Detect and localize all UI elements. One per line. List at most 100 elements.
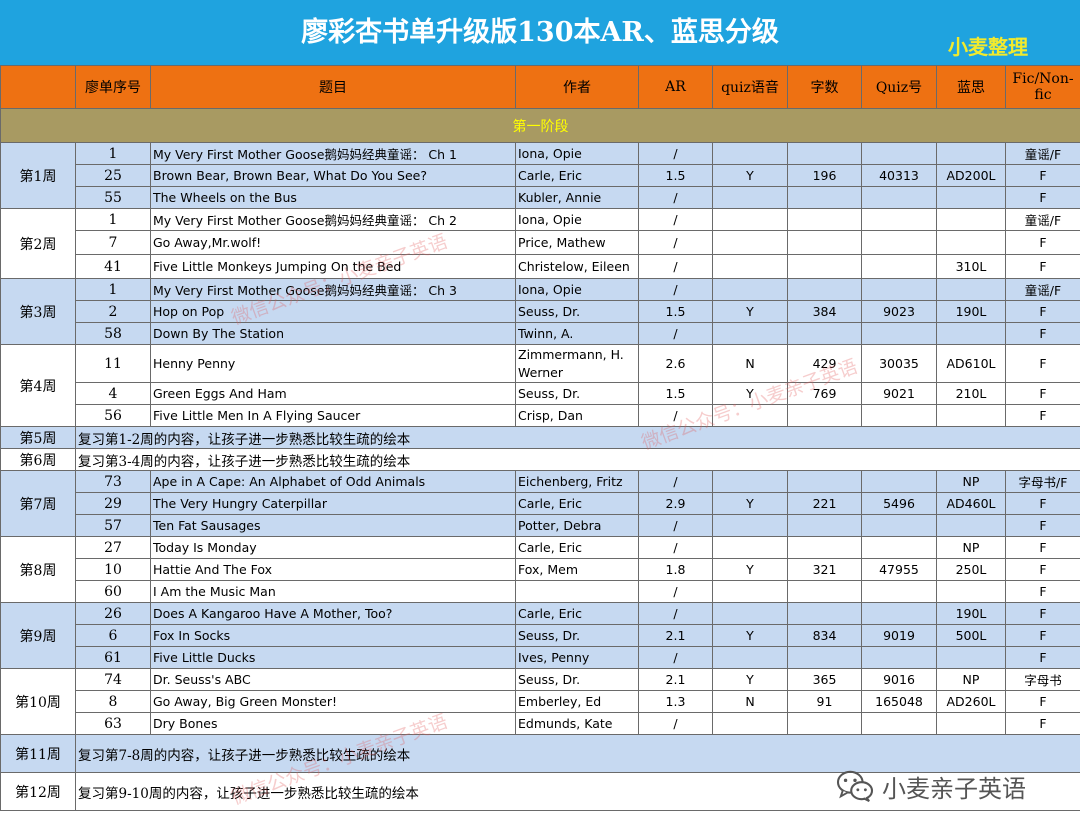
fiction-type: 童谣/F: [1005, 208, 1080, 231]
table-row: 第7周 73 Ape in A Cape: An Alphabet of Odd A…: [0, 470, 1080, 537]
book-number: 61: [75, 646, 151, 669]
word-count: [787, 536, 862, 559]
book-title: Brown Bear, Brown Bear, What Do You See?: [150, 164, 516, 187]
ar-level: 1.3: [638, 690, 713, 713]
book-title: Green Eggs And Ham: [150, 382, 516, 405]
book-title: Ten Fat Sausages: [150, 514, 516, 537]
week-label: 第10周: [0, 668, 76, 735]
quiz-voice: [712, 254, 788, 279]
fiction-type: F: [1005, 536, 1080, 559]
book-title: Dr. Seuss's ABC: [150, 668, 516, 691]
word-count: 384: [787, 300, 862, 323]
week-label: 第5周: [0, 426, 76, 449]
quiz-voice: [712, 470, 788, 493]
lexile-level: [936, 322, 1006, 345]
fiction-type: F: [1005, 624, 1080, 647]
header-cell: 作者: [515, 65, 639, 109]
header-cell: AR: [638, 65, 713, 109]
week-label: 第7周: [0, 470, 76, 537]
book-number: 29: [75, 492, 151, 515]
book-number: 1: [75, 208, 151, 231]
quiz-number: 30035: [861, 344, 937, 383]
ar-level: /: [638, 536, 713, 559]
book-author: Price, Mathew: [515, 230, 639, 255]
book-number: 58: [75, 322, 151, 345]
lexile-level: [936, 514, 1006, 537]
book-author: Carle, Eric: [515, 492, 639, 515]
book-title: Five Little Men In A Flying Saucer: [150, 404, 516, 427]
ar-level: /: [638, 404, 713, 427]
lexile-level: 500L: [936, 624, 1006, 647]
header-cell: Quiz号: [861, 65, 937, 109]
word-count: [787, 646, 862, 669]
book-title: I Am the Music Man: [150, 580, 516, 603]
table-row: 第8周 27 Today Is Monday Carle, Eric / NP F: [0, 536, 1080, 603]
quiz-voice: [712, 536, 788, 559]
word-count: 321: [787, 558, 862, 581]
brand-name: 小麦亲子英语: [882, 774, 1026, 803]
book-title: My Very First Mother Goose鹅妈妈经典童谣： Ch 2: [150, 208, 516, 231]
week-label: 第2周: [0, 208, 76, 279]
book-title: Go Away, Big Green Monster!: [150, 690, 516, 713]
word-count: 221: [787, 492, 862, 515]
book-author: Kubler, Annie: [515, 186, 639, 209]
table-row: 4 Green Eggs And Ham Seuss, Dr. 1.5 Y 769 9021…: [1, 382, 1080, 405]
book-title: Five Little Ducks: [150, 646, 516, 669]
fiction-type: F: [1005, 164, 1080, 187]
quiz-number: 40313: [861, 164, 937, 187]
quiz-voice: [712, 322, 788, 345]
book-author: Edmunds, Kate: [515, 712, 639, 735]
week-label: 第6周: [0, 448, 76, 471]
fiction-type: F: [1005, 602, 1080, 625]
book-author: Twinn, A.: [515, 322, 639, 345]
fiction-type: F: [1005, 712, 1080, 735]
header-cell: quiz语音: [712, 65, 788, 109]
quiz-number: [861, 186, 937, 209]
quiz-voice: Y: [712, 558, 788, 581]
book-title: Down By The Station: [150, 322, 516, 345]
book-title: Fox In Socks: [150, 624, 516, 647]
fiction-type: F: [1005, 300, 1080, 323]
book-number: 27: [75, 536, 151, 559]
table-row: 第1周 1 My Very First Mother Goose鹅妈妈经典童谣： C…: [0, 142, 1080, 209]
book-number: 11: [75, 344, 151, 383]
book-author: Emberley, Ed: [515, 690, 639, 713]
table-row: 第10周 74 Dr. Seuss's ABC Seuss, Dr. 2.1 Y 365 90…: [0, 668, 1080, 735]
lexile-level: AD460L: [936, 492, 1006, 515]
table-row: 第3周 1 My Very First Mother Goose鹅妈妈经典童谣： C…: [0, 278, 1080, 345]
quiz-number: 9021: [861, 382, 937, 405]
quiz-number: [861, 142, 937, 165]
review-note: 复习第1-2周的内容，让孩子进一步熟悉比较生疏的绘本: [75, 426, 1080, 449]
fiction-type: F: [1005, 186, 1080, 209]
book-list-table: 廖单序号 题目 作者 AR quiz语音 字数 Quiz号 蓝思 Fic/Non…: [0, 65, 1080, 811]
fiction-type: 童谣/F: [1005, 278, 1080, 301]
quiz-voice: [712, 580, 788, 603]
quiz-voice: [712, 602, 788, 625]
week-label: 第11周: [0, 734, 76, 773]
stage-row: 第一阶段: [0, 108, 1080, 143]
lexile-level: [936, 278, 1006, 301]
word-count: [787, 278, 862, 301]
quiz-number: 9023: [861, 300, 937, 323]
book-title: Five Little Monkeys Jumping On the Bed: [150, 254, 516, 279]
word-count: [787, 186, 862, 209]
table-row: 63 Dry Bones Edmunds, Kate / F: [1, 712, 1080, 735]
quiz-voice: N: [712, 344, 788, 383]
book-number: 25: [75, 164, 151, 187]
table-row: 第4周 11 Henny Penny Zimmermann, H. Werner 2.6…: [0, 344, 1080, 427]
book-title: Henny Penny: [150, 344, 516, 383]
book-title: Go Away,Mr.wolf!: [150, 230, 516, 255]
book-number: 1: [75, 278, 151, 301]
ar-level: /: [638, 230, 713, 255]
fiction-type: F: [1005, 230, 1080, 255]
quiz-number: [861, 230, 937, 255]
ar-level: /: [638, 278, 713, 301]
book-number: 73: [75, 470, 151, 493]
word-count: [787, 712, 862, 735]
lexile-level: AD260L: [936, 690, 1006, 713]
stage-label: 第一阶段: [0, 108, 1080, 143]
fiction-type: F: [1005, 492, 1080, 515]
book-title: Today Is Monday: [150, 536, 516, 559]
book-author: Ives, Penny: [515, 646, 639, 669]
quiz-voice: [712, 514, 788, 537]
